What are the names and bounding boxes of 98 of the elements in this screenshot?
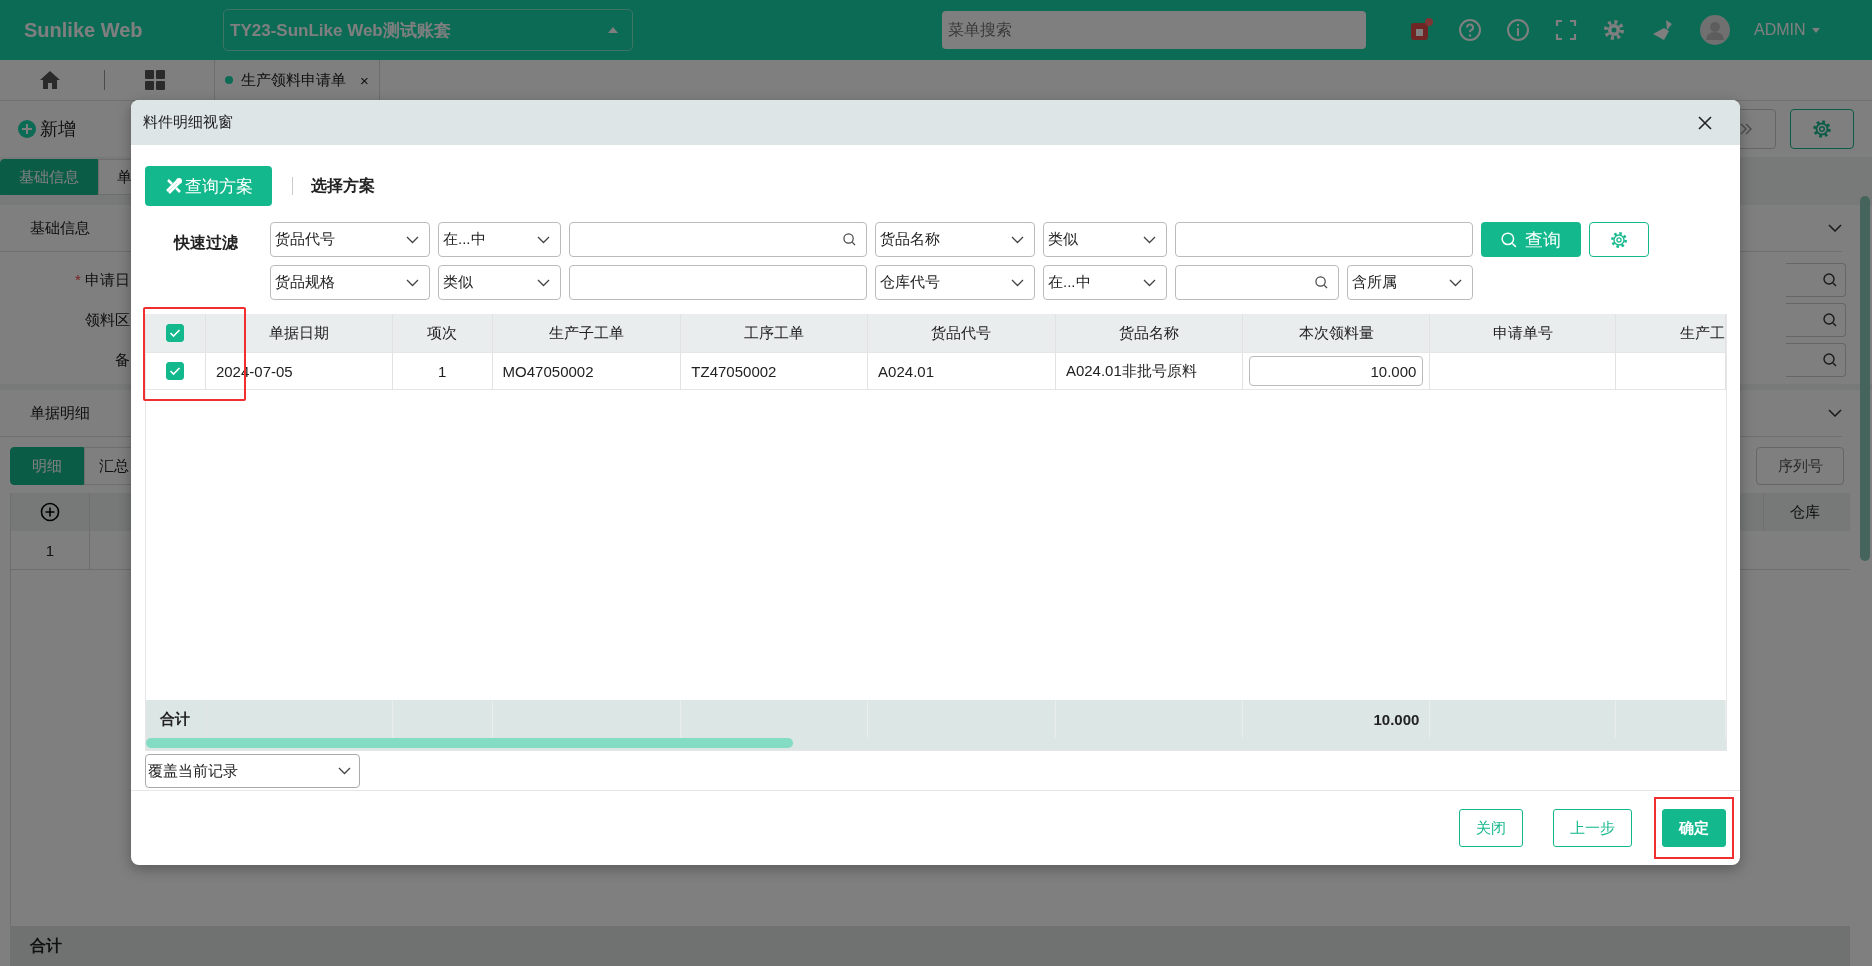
serial-number-button[interactable]: 序列号 (1756, 447, 1844, 485)
select-field[interactable]: 货品规格 (270, 265, 430, 300)
quantity-field[interactable]: 10.000 (1248, 356, 1424, 386)
search-field[interactable] (569, 222, 867, 257)
input-field[interactable] (569, 265, 867, 300)
search-field[interactable] (1175, 265, 1339, 300)
info-icon[interactable] (1506, 18, 1530, 42)
add-button[interactable]: 新增 (18, 117, 76, 141)
column-header: 生产子工单 (548, 323, 624, 343)
table-cell: MO47050002 (502, 362, 594, 380)
select-field[interactable]: 类似 (1043, 222, 1167, 257)
settings-icon (1811, 118, 1833, 140)
select-field[interactable]: 货品名称 (875, 222, 1035, 257)
chevron-down-icon (338, 767, 351, 775)
column-header: 生产工 (1680, 323, 1726, 343)
chevron-down-icon (1143, 235, 1156, 244)
grid-icon[interactable] (145, 70, 165, 90)
calendar-icon[interactable] (1408, 17, 1434, 43)
choose-scheme-link[interactable]: 选择方案 (311, 175, 375, 197)
menu-search-field[interactable]: 菜单搜索 (942, 11, 1366, 49)
search-icon (1315, 276, 1328, 289)
select-all-checkbox[interactable] (166, 324, 185, 342)
panel-title: 单据明细 (30, 403, 90, 423)
input-field[interactable] (1786, 303, 1846, 337)
chevron-down-icon (1143, 278, 1156, 287)
fullscreen-icon[interactable] (1554, 18, 1578, 42)
search-icon (1501, 231, 1517, 248)
select-field[interactable]: 货品代号 (270, 222, 430, 257)
scrollbar[interactable] (1860, 196, 1870, 561)
page-tab[interactable]: 生产领料申请单 × (214, 60, 380, 100)
tools-icon (164, 177, 183, 195)
chevron-down-icon (406, 278, 419, 287)
caret-icon (608, 27, 618, 33)
select-field[interactable]: 在...中 (438, 222, 561, 257)
scrollbar-thumb[interactable] (146, 738, 793, 748)
help-icon[interactable] (1458, 18, 1482, 42)
table-cell: TZ47050002 (691, 362, 777, 380)
column-header: 本次领料量 (1298, 323, 1374, 343)
column-header: 工序工单 (744, 323, 805, 343)
dialog-title: 料件明细视窗 (143, 113, 233, 132)
settings-button[interactable] (1790, 109, 1854, 149)
close-icon[interactable] (1698, 115, 1712, 130)
select-field[interactable]: 在...中 (1043, 265, 1167, 300)
select-field[interactable]: 仓库代号 (875, 265, 1035, 300)
settings-icon (1609, 229, 1629, 250)
query-scheme-button[interactable]: 查询方案 (145, 166, 272, 206)
chevron-down-icon[interactable] (1828, 224, 1842, 232)
table-cell: A024.01 (878, 362, 934, 380)
chevron-down-icon (537, 235, 550, 244)
chevron-down-icon (1011, 235, 1024, 244)
chevron-down-icon (537, 278, 550, 287)
row-number: 1 (45, 541, 55, 559)
select-field[interactable]: 类似 (438, 265, 561, 300)
filter-label: 快速过滤 (172, 233, 239, 253)
input-field[interactable] (1786, 343, 1846, 377)
input-field[interactable] (1786, 263, 1846, 297)
logo: Sunlike Web (24, 18, 144, 42)
caret-icon (1811, 27, 1820, 33)
search-icon (1823, 313, 1837, 327)
select-field[interactable]: 含所属 (1347, 265, 1473, 300)
table-cell: 1 (437, 362, 447, 380)
total-label: 合计 (30, 935, 62, 956)
home-icon[interactable] (40, 71, 60, 89)
dialog-button[interactable]: 关闭 (1459, 809, 1523, 847)
chevron-down-icon (406, 235, 419, 244)
chevron-down-icon (1449, 278, 1462, 287)
search-icon (1823, 273, 1837, 287)
table-cell: A024.01非批号原料 (1065, 361, 1197, 381)
total-amount: 10.000 (1373, 710, 1420, 728)
check-icon (169, 328, 182, 338)
field-label: * 申请日 (74, 270, 130, 290)
settings-button[interactable] (1589, 222, 1649, 257)
chevron-down-icon[interactable] (1828, 409, 1842, 417)
column-header: 单据日期 (268, 323, 329, 343)
row-checkbox[interactable] (166, 362, 185, 380)
column-header: 货品名称 (1118, 323, 1179, 343)
query-button[interactable]: 查询 (1481, 222, 1581, 257)
column-header: 申请单号 (1492, 323, 1553, 343)
field-label: 领料区 (84, 310, 130, 330)
settings-icon[interactable] (1602, 18, 1626, 42)
avatar-icon[interactable] (1700, 15, 1730, 45)
dialog-button[interactable]: 上一步 (1553, 809, 1632, 847)
panel-title: 基础信息 (30, 218, 90, 238)
search-icon (843, 233, 856, 246)
chevron-down-icon (1011, 278, 1024, 287)
column-header: 仓库 (1790, 502, 1820, 522)
column-header: 项次 (427, 323, 458, 343)
mode-select[interactable]: 覆盖当前记录 (145, 754, 360, 788)
input-field[interactable] (1175, 222, 1473, 257)
check-icon (169, 366, 182, 376)
dialog-button[interactable]: 确定 (1662, 809, 1726, 847)
total-label: 合计 (160, 709, 191, 729)
column-header: 货品代号 (931, 323, 992, 343)
field-label: 备 (114, 350, 130, 370)
plus-icon (18, 120, 36, 138)
search-icon (1823, 353, 1837, 367)
double-chevron-icon (1739, 122, 1753, 136)
add-row-icon[interactable] (40, 502, 60, 522)
